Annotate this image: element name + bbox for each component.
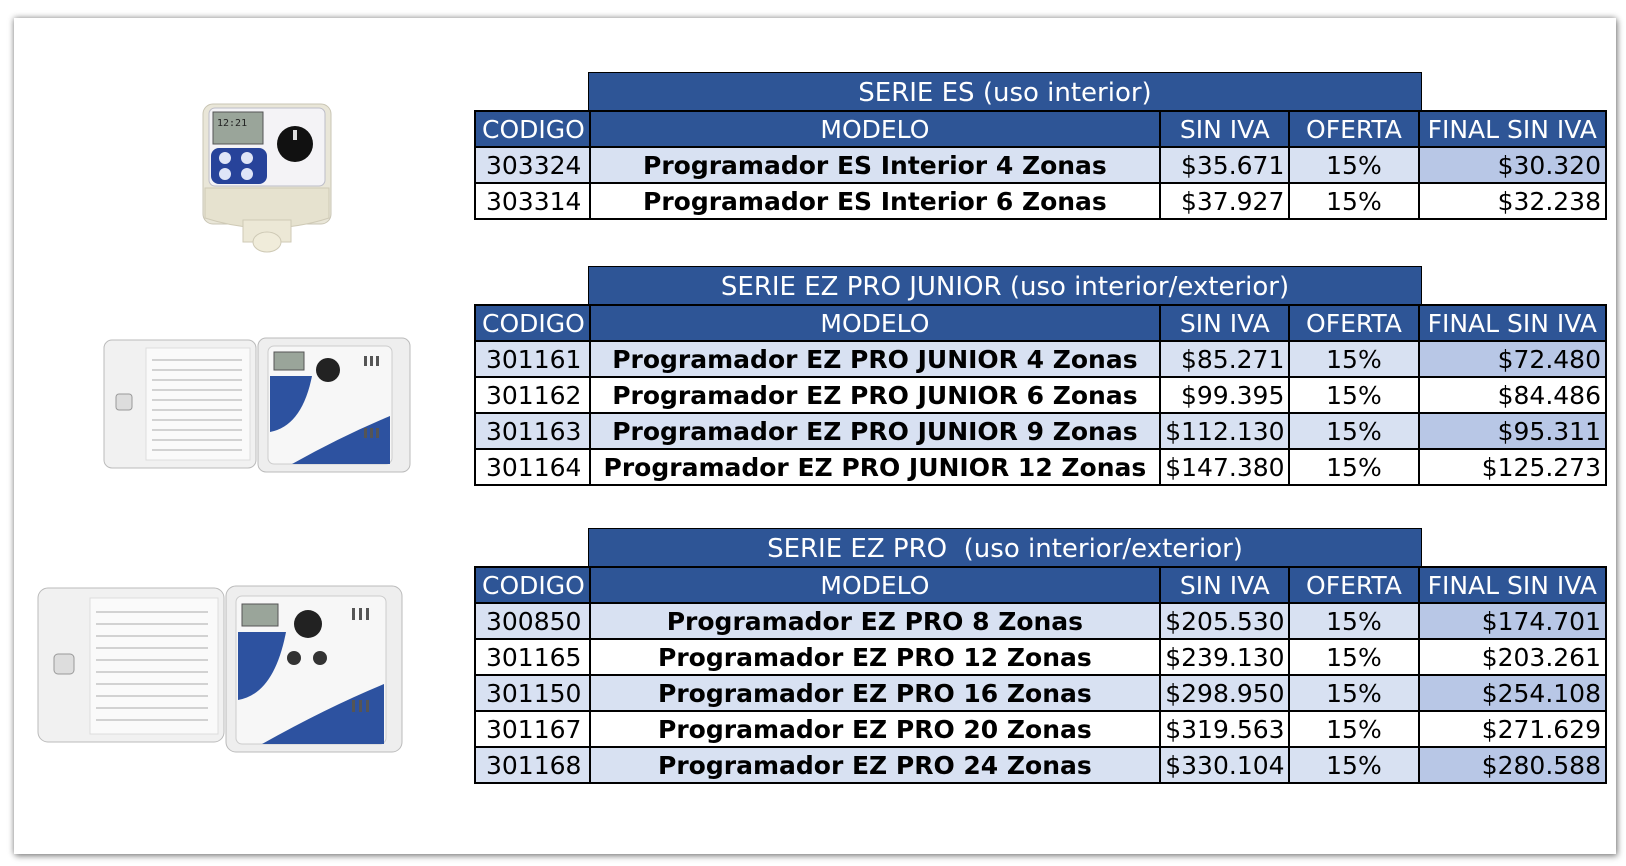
cell-offer: 15% — [1288, 182, 1420, 220]
header-final-sin-iva: FINAL SIN IVA — [1417, 110, 1607, 148]
cell-model: Programador EZ PRO 16 Zonas — [588, 674, 1162, 712]
cell-price: $37.927 — [1159, 182, 1291, 220]
cell-price: $239.130 — [1159, 638, 1291, 676]
cell-offer: 15% — [1288, 602, 1420, 640]
header-final-sin-iva: FINAL SIN IVA — [1417, 304, 1607, 342]
cell-price: $112.130 — [1159, 412, 1291, 450]
cell-price: $99.395 — [1159, 376, 1291, 414]
price-table-serie-ez-pro: SERIE EZ PRO (uso interior/exterior) COD… — [474, 528, 1607, 784]
cell-final: $125.273 — [1417, 448, 1607, 486]
cell-final: $203.261 — [1417, 638, 1607, 676]
cell-code: 301167 — [474, 710, 591, 748]
cell-offer: 15% — [1288, 448, 1420, 486]
cell-offer: 15% — [1288, 340, 1420, 378]
cell-code: 301150 — [474, 674, 591, 712]
table-header-row: CODIGO MODELO SIN IVA OFERTA FINAL SIN I… — [474, 566, 1607, 604]
cell-final: $271.629 — [1417, 710, 1607, 748]
table-row: 300850 Programador EZ PRO 8 Zonas $205.5… — [474, 602, 1607, 640]
table-row: 303314 Programador ES Interior 6 Zonas $… — [474, 182, 1607, 220]
cell-offer: 15% — [1288, 674, 1420, 712]
header-oferta: OFERTA — [1288, 110, 1420, 148]
table-row: 301168 Programador EZ PRO 24 Zonas $330.… — [474, 746, 1607, 784]
cell-final: $254.108 — [1417, 674, 1607, 712]
price-table-serie-ez-pro-junior: SERIE EZ PRO JUNIOR (uso interior/exteri… — [474, 266, 1607, 486]
cell-final: $32.238 — [1417, 182, 1607, 220]
table-row: 301150 Programador EZ PRO 16 Zonas $298.… — [474, 674, 1607, 712]
cell-code: 303324 — [474, 146, 591, 184]
cell-model: Programador EZ PRO JUNIOR 6 Zonas — [588, 376, 1162, 414]
cell-final: $30.320 — [1417, 146, 1607, 184]
table-row: 301162 Programador EZ PRO JUNIOR 6 Zonas… — [474, 376, 1607, 414]
series-title: SERIE ES (uso interior) — [588, 72, 1422, 110]
price-sheet: 12:21 SERIE ES (uso interior) CODIGO MOD… — [14, 18, 1616, 854]
header-sin-iva: SIN IVA — [1159, 304, 1291, 342]
table-header-row: CODIGO MODELO SIN IVA OFERTA FINAL SIN I… — [474, 304, 1607, 342]
header-oferta: OFERTA — [1288, 566, 1420, 604]
indoor-controller-image: 12:21 — [202, 103, 332, 253]
cell-model: Programador EZ PRO 12 Zonas — [588, 638, 1162, 676]
header-oferta: OFERTA — [1288, 304, 1420, 342]
cell-model: Programador EZ PRO JUNIOR 9 Zonas — [588, 412, 1162, 450]
header-codigo: CODIGO — [474, 110, 591, 148]
header-sin-iva: SIN IVA — [1159, 110, 1291, 148]
cell-model: Programador ES Interior 6 Zonas — [588, 182, 1162, 220]
series-title: SERIE EZ PRO (uso interior/exterior) — [588, 528, 1422, 566]
cell-final: $95.311 — [1417, 412, 1607, 450]
table-row: 301164 Programador EZ PRO JUNIOR 12 Zona… — [474, 448, 1607, 486]
header-codigo: CODIGO — [474, 304, 591, 342]
cell-model: Programador ES Interior 4 Zonas — [588, 146, 1162, 184]
cell-price: $319.563 — [1159, 710, 1291, 748]
table-row: 301163 Programador EZ PRO JUNIOR 9 Zonas… — [474, 412, 1607, 450]
table-header-row: CODIGO MODELO SIN IVA OFERTA FINAL SIN I… — [474, 110, 1607, 148]
cell-model: Programador EZ PRO 8 Zonas — [588, 602, 1162, 640]
cell-offer: 15% — [1288, 746, 1420, 784]
cell-code: 301164 — [474, 448, 591, 486]
table-row: 301161 Programador EZ PRO JUNIOR 4 Zonas… — [474, 340, 1607, 378]
cell-code: 301162 — [474, 376, 591, 414]
cell-code: 303314 — [474, 182, 591, 220]
table-row: 301165 Programador EZ PRO 12 Zonas $239.… — [474, 638, 1607, 676]
outdoor-controller-image — [37, 585, 403, 753]
cell-price: $85.271 — [1159, 340, 1291, 378]
cell-code: 301168 — [474, 746, 591, 784]
cell-offer: 15% — [1288, 376, 1420, 414]
cell-code: 301163 — [474, 412, 591, 450]
cell-model: Programador EZ PRO 20 Zonas — [588, 710, 1162, 748]
outdoor-controller-image — [103, 337, 411, 473]
header-modelo: MODELO — [588, 304, 1162, 342]
table-row: 303324 Programador ES Interior 4 Zonas $… — [474, 146, 1607, 184]
table-row: 301167 Programador EZ PRO 20 Zonas $319.… — [474, 710, 1607, 748]
cell-offer: 15% — [1288, 412, 1420, 450]
header-codigo: CODIGO — [474, 566, 591, 604]
cell-model: Programador EZ PRO JUNIOR 4 Zonas — [588, 340, 1162, 378]
svg-text:12:21: 12:21 — [217, 118, 247, 129]
header-sin-iva: SIN IVA — [1159, 566, 1291, 604]
header-modelo: MODELO — [588, 110, 1162, 148]
cell-model: Programador EZ PRO 24 Zonas — [588, 746, 1162, 784]
cell-price: $35.671 — [1159, 146, 1291, 184]
header-modelo: MODELO — [588, 566, 1162, 604]
cell-offer: 15% — [1288, 710, 1420, 748]
cell-price: $298.950 — [1159, 674, 1291, 712]
cell-final: $72.480 — [1417, 340, 1607, 378]
cell-price: $147.380 — [1159, 448, 1291, 486]
cell-final: $84.486 — [1417, 376, 1607, 414]
cell-offer: 15% — [1288, 146, 1420, 184]
cell-code: 300850 — [474, 602, 591, 640]
cell-price: $330.104 — [1159, 746, 1291, 784]
cell-price: $205.530 — [1159, 602, 1291, 640]
cell-code: 301161 — [474, 340, 591, 378]
series-title: SERIE EZ PRO JUNIOR (uso interior/exteri… — [588, 266, 1422, 304]
cell-code: 301165 — [474, 638, 591, 676]
cell-final: $174.701 — [1417, 602, 1607, 640]
cell-model: Programador EZ PRO JUNIOR 12 Zonas — [588, 448, 1162, 486]
cell-final: $280.588 — [1417, 746, 1607, 784]
price-table-serie-es: SERIE ES (uso interior) CODIGO MODELO SI… — [474, 72, 1607, 220]
header-final-sin-iva: FINAL SIN IVA — [1417, 566, 1607, 604]
cell-offer: 15% — [1288, 638, 1420, 676]
